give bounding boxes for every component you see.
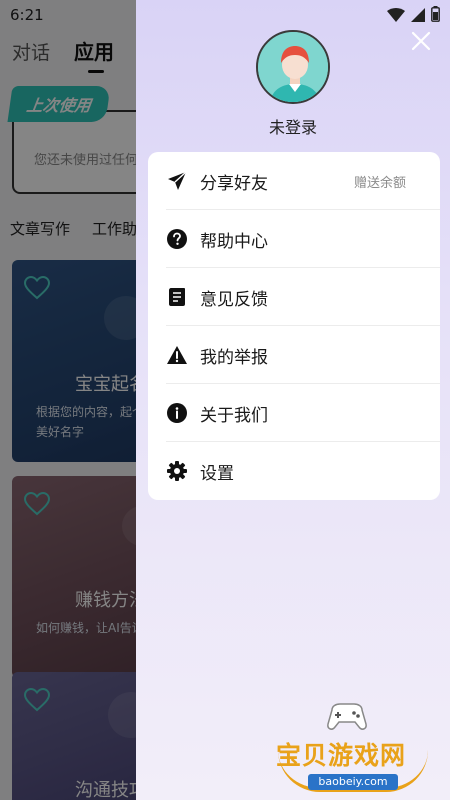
menu-item-label: 帮助中心: [200, 231, 268, 252]
watermark-logo: 宝贝游戏网 baobeiy.com: [268, 700, 444, 796]
avatar[interactable]: [256, 30, 330, 104]
battery-icon: [431, 6, 440, 26]
signal-icon: [411, 7, 425, 26]
menu-item-my-reports[interactable]: 我的举报: [148, 326, 440, 384]
feedback-icon: [166, 286, 188, 308]
menu-item-help-center[interactable]: 帮助中心: [148, 210, 440, 268]
wifi-icon: [387, 7, 405, 26]
send-icon: [166, 170, 188, 192]
side-drawer: 未登录 分享好友 赠送余额 帮助中心 意见反馈 我的举报 关于我们 设置: [136, 0, 450, 800]
menu-item-extra: 赠送余额: [353, 175, 406, 191]
watermark-text: 宝贝游戏网: [276, 741, 407, 770]
menu-item-label: 设置: [200, 463, 234, 484]
login-status-label[interactable]: 未登录: [136, 114, 450, 138]
menu-item-feedback[interactable]: 意见反馈: [148, 268, 440, 326]
close-icon[interactable]: [410, 30, 432, 52]
help-icon: [166, 228, 188, 250]
gamepad-icon: [324, 700, 370, 738]
menu-item-label: 关于我们: [200, 405, 268, 426]
gear-icon: [166, 460, 188, 482]
menu-item-settings[interactable]: 设置: [148, 442, 440, 500]
menu-item-label: 分享好友: [200, 173, 268, 194]
menu-item-about-us[interactable]: 关于我们: [148, 384, 440, 442]
watermark-url: baobeiy.com: [308, 774, 398, 790]
menu-item-share-friends[interactable]: 分享好友 赠送余额: [148, 152, 440, 210]
status-icons: [387, 6, 440, 26]
warning-icon: [166, 344, 188, 366]
menu-item-label: 我的举报: [200, 347, 268, 368]
menu-card: 分享好友 赠送余额 帮助中心 意见反馈 我的举报 关于我们 设置: [148, 152, 440, 500]
menu-item-label: 意见反馈: [200, 289, 268, 310]
info-icon: [166, 402, 188, 424]
